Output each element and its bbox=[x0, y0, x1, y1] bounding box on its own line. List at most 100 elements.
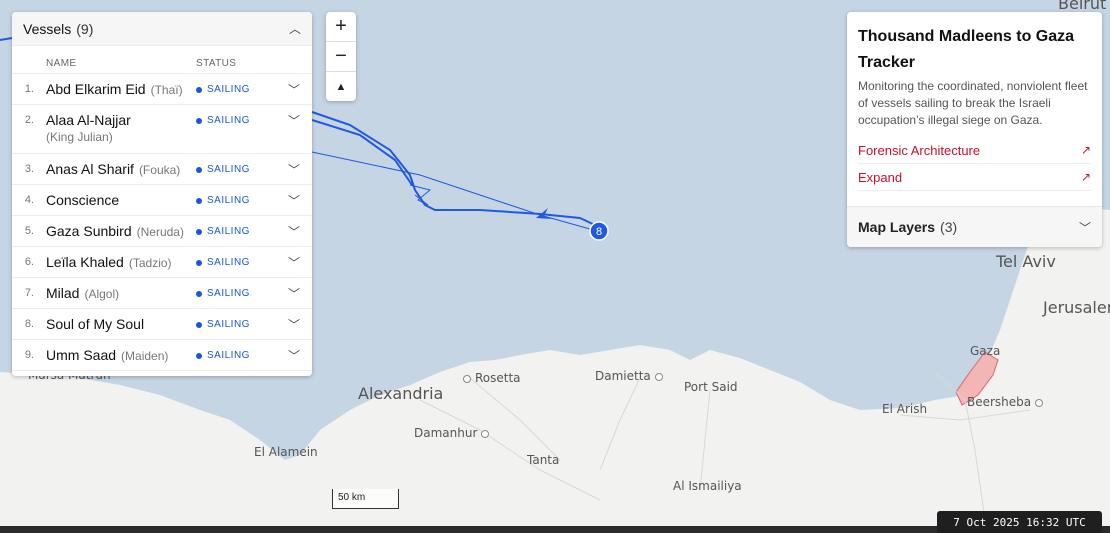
map-layers-toggle[interactable]: Map Layers (3) ﹀ bbox=[847, 206, 1102, 247]
place-rosetta-label: Rosetta bbox=[463, 371, 521, 385]
vessel-name: Abd Elkarim Eid bbox=[46, 81, 146, 97]
place-beersheba: Beersheba bbox=[967, 395, 1032, 409]
chevron-down-icon[interactable]: ﹀ bbox=[288, 316, 300, 333]
vessel-status: SAILING bbox=[196, 319, 276, 330]
map-layers-label: Map Layers bbox=[858, 219, 936, 235]
vessels-panel-header[interactable]: Vessels (9) ︿ bbox=[12, 12, 312, 46]
place-port-said: Port Said bbox=[684, 380, 738, 394]
chevron-down-icon[interactable]: ﹀ bbox=[288, 81, 300, 98]
vessel-row[interactable]: 7. Milad (Algol) SAILING ﹀ bbox=[12, 278, 312, 309]
vessel-row[interactable]: 2. Alaa Al-Najjar (King Julian) SAILING ﹀ bbox=[12, 105, 312, 154]
vessel-alias: (Fouka) bbox=[138, 163, 181, 177]
vessel-row[interactable]: 8. Soul of My Soul SAILING ﹀ bbox=[12, 309, 312, 340]
vessel-alias: (Maiden) bbox=[121, 349, 169, 363]
chevron-down-icon[interactable]: ﹀ bbox=[288, 223, 300, 240]
vessel-name-cell: Conscience bbox=[46, 192, 196, 209]
vessel-status-text: SAILING bbox=[207, 257, 250, 268]
chevron-down-icon: ﹀ bbox=[1078, 220, 1091, 235]
place-alexandria: Alexandria bbox=[358, 384, 444, 403]
zoom-out-button[interactable]: − bbox=[326, 42, 356, 72]
tracker-title: Thousand Madleens to Gaza Tracker bbox=[858, 28, 1075, 71]
vessel-alias: (Tadzio) bbox=[128, 256, 172, 270]
vessels-column-header: NAME STATUS bbox=[12, 46, 312, 74]
expand-link[interactable]: Expand ↗ bbox=[858, 164, 1091, 191]
city-marker-icon bbox=[1035, 398, 1044, 407]
vessel-row[interactable]: 5. Gaza Sunbird (Neruda) SAILING ﹀ bbox=[12, 216, 312, 247]
vessel-number: 9. bbox=[24, 349, 34, 361]
status-dot-icon bbox=[196, 352, 202, 359]
vessel-name-cell: Alaa Al-Najjar (King Julian) bbox=[46, 112, 196, 146]
vessel-name: Alaa Al-Najjar bbox=[46, 112, 131, 128]
city-marker-icon bbox=[463, 374, 471, 383]
vessel-status-text: SAILING bbox=[207, 115, 250, 126]
chevron-up-icon[interactable]: ︿ bbox=[289, 20, 301, 37]
place-jerusalem: Jerusalem bbox=[1043, 298, 1110, 317]
place-tanta: Tanta bbox=[527, 453, 560, 467]
vessel-status-text: SAILING bbox=[207, 226, 250, 237]
vessel-row[interactable]: 3. Anas Al Sharif (Fouka) SAILING ﹀ bbox=[12, 154, 312, 185]
vessel-status: SAILING bbox=[196, 164, 276, 175]
vessel-number: 3. bbox=[24, 163, 34, 175]
vessel-status: SAILING bbox=[196, 115, 276, 126]
place-el-alamein: El Alamein bbox=[254, 445, 318, 459]
column-status: STATUS bbox=[196, 58, 237, 69]
chevron-down-icon[interactable]: ﹀ bbox=[288, 161, 300, 178]
status-dot-icon bbox=[196, 197, 202, 204]
chevron-down-icon[interactable]: ﹀ bbox=[288, 347, 300, 364]
chevron-down-icon[interactable]: ﹀ bbox=[288, 192, 300, 209]
compass-north-button[interactable]: ▲ bbox=[326, 72, 356, 101]
vessel-status-text: SAILING bbox=[207, 84, 250, 95]
cluster-count: 8 bbox=[596, 226, 602, 238]
vessel-name: Soul of My Soul bbox=[46, 316, 145, 332]
place-damietta-label: Damietta bbox=[595, 369, 663, 383]
zoom-controls: + − ▲ bbox=[326, 12, 356, 101]
vessel-name-cell: Milad (Algol) bbox=[46, 285, 196, 303]
vessel-row[interactable]: 1. Abd Elkarim Eid (Thaï) SAILING ﹀ bbox=[12, 74, 312, 105]
vessel-row[interactable]: 6. Leïla Khaled (Tadzio) SAILING ﹀ bbox=[12, 247, 312, 278]
vessel-status-text: SAILING bbox=[207, 164, 250, 175]
vessel-number: 5. bbox=[24, 225, 34, 237]
info-panel: Thousand Madleens to Gaza Tracker Monito… bbox=[847, 12, 1102, 247]
tracker-description: Monitoring the coordinated, nonviolent f… bbox=[858, 79, 1088, 127]
vessel-name-cell: Umm Saad (Maiden) bbox=[46, 347, 196, 365]
compass-icon: ▲ bbox=[335, 80, 347, 93]
vessel-name: Anas Al Sharif bbox=[46, 161, 134, 177]
vessel-row[interactable]: 4. Conscience SAILING ﹀ bbox=[12, 185, 312, 216]
status-dot-icon bbox=[196, 259, 202, 266]
vessel-row[interactable]: 9. Umm Saad (Maiden) SAILING ﹀ bbox=[12, 340, 312, 371]
chevron-down-icon[interactable]: ﹀ bbox=[288, 254, 300, 271]
vessel-number: 1. bbox=[24, 83, 34, 95]
vessel-alias: (King Julian) bbox=[46, 130, 113, 144]
external-link-icon: ↗ bbox=[1080, 170, 1091, 184]
vessel-name-cell: Anas Al Sharif (Fouka) bbox=[46, 161, 196, 179]
vessel-status: SAILING bbox=[196, 226, 276, 237]
status-dot-icon bbox=[196, 166, 202, 173]
chevron-down-icon[interactable]: ﹀ bbox=[288, 285, 300, 302]
status-dot-icon bbox=[196, 228, 202, 235]
status-dot-icon bbox=[196, 86, 202, 93]
vessel-alias: (Neruda) bbox=[136, 225, 184, 239]
vessel-status: SAILING bbox=[196, 350, 276, 361]
place-damanhur: Damanhur bbox=[414, 426, 478, 440]
place-damanhur-label: Damanhur bbox=[414, 426, 490, 440]
vessel-status: SAILING bbox=[196, 288, 276, 299]
column-name: NAME bbox=[46, 58, 77, 69]
map-layers-count: (3) bbox=[940, 219, 958, 235]
chevron-down-icon[interactable]: ﹀ bbox=[288, 112, 300, 129]
place-damietta: Damietta bbox=[595, 369, 651, 383]
vessel-name: Milad bbox=[46, 285, 80, 301]
vessels-title: Vessels bbox=[23, 20, 72, 37]
vessel-status-text: SAILING bbox=[207, 350, 250, 361]
vessel-name-cell: Abd Elkarim Eid (Thaï) bbox=[46, 81, 196, 99]
vessel-number: 7. bbox=[24, 287, 34, 299]
place-beersheba-label: Beersheba bbox=[967, 395, 1044, 409]
vessels-count: (9) bbox=[76, 20, 94, 37]
timestamp: 7 Oct 2025 16:32 UTC bbox=[937, 511, 1102, 533]
place-tel-aviv: Tel Aviv bbox=[996, 252, 1056, 271]
vessel-number: 8. bbox=[24, 318, 34, 330]
status-dot-icon bbox=[196, 321, 202, 328]
vessel-name: Conscience bbox=[46, 192, 120, 208]
forensic-architecture-link[interactable]: Forensic Architecture ↗ bbox=[858, 137, 1091, 164]
status-dot-icon bbox=[196, 117, 202, 124]
zoom-in-button[interactable]: + bbox=[326, 12, 356, 42]
